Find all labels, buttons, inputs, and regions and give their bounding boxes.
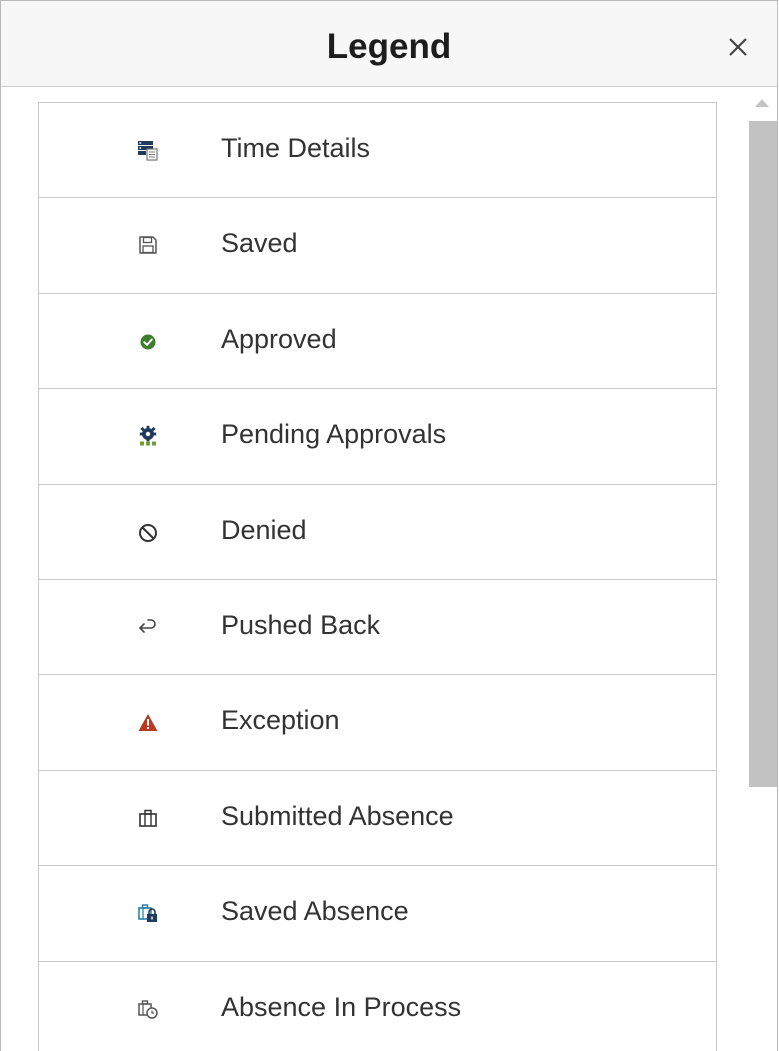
dialog-title: Legend	[326, 27, 452, 66]
list-item: Saved Absence	[39, 866, 716, 962]
legend-label: Absence In Process	[221, 991, 462, 1022]
list-item: Denied	[39, 485, 716, 580]
list-item: Saved	[39, 198, 716, 294]
scroll-up-arrow-icon[interactable]	[755, 99, 769, 107]
legend-label: Denied	[221, 514, 307, 545]
undo-arrow-icon	[137, 616, 159, 638]
list-item: Time Details	[39, 103, 716, 199]
time-details-icon	[137, 139, 159, 161]
no-entry-icon	[137, 521, 159, 543]
list-item: Pushed Back	[39, 580, 716, 676]
legend-label: Pushed Back	[221, 609, 381, 640]
legend-label: Time Details	[221, 133, 371, 163]
legend-label: Saved	[221, 228, 298, 259]
close-button[interactable]	[722, 31, 754, 63]
check-circle-icon	[137, 330, 159, 352]
legend-list: Time Details Saved Approved Pending Appr…	[38, 102, 717, 1051]
dialog-header: Legend	[1, 1, 777, 87]
briefcase-clock-icon	[137, 998, 159, 1020]
vertical-scrollbar[interactable]	[746, 87, 777, 1051]
list-item: Absence In Process	[39, 962, 716, 1051]
legend-dialog: Legend Time Details Saved Approved Pendi…	[0, 0, 778, 1051]
warning-triangle-icon	[137, 711, 159, 733]
briefcase-lock-icon	[137, 902, 159, 924]
legend-label: Exception	[221, 705, 340, 736]
briefcase-icon	[137, 807, 159, 829]
list-item: Approved	[39, 294, 716, 390]
save-icon	[137, 234, 159, 256]
list-item: Exception	[39, 675, 716, 771]
scroll-thumb[interactable]	[749, 121, 777, 787]
legend-label: Approved	[221, 323, 337, 354]
gear-icon	[137, 425, 159, 447]
close-icon	[729, 38, 747, 56]
legend-label: Pending Approvals	[221, 419, 447, 450]
list-item: Pending Approvals	[39, 389, 716, 485]
legend-label: Saved Absence	[221, 896, 409, 927]
legend-label: Submitted Absence	[221, 800, 454, 831]
list-item: Submitted Absence	[39, 771, 716, 867]
